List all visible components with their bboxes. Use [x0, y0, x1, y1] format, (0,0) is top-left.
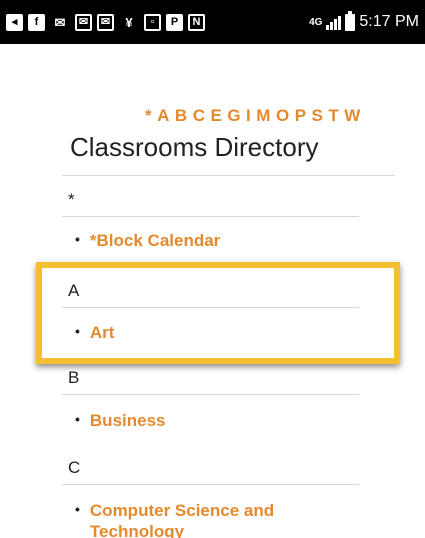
facebook-icon: f [28, 13, 45, 31]
highlight-box [36, 262, 400, 364]
alphabet-index: * A B C E G I M O P S T W [145, 106, 361, 126]
section-letter-c: C [68, 458, 81, 477]
notification-icon: ◂ [6, 13, 23, 31]
link-block-calendar[interactable]: *Block Calendar [90, 230, 220, 251]
page-content: * A B C E G I M O P S T W Classrooms Dir… [0, 44, 425, 538]
bullet-icon: • [75, 411, 80, 427]
status-bar: ◂ f ✉ ✉ ✉ ¥ ▫ P N 4G 5:17 PM [0, 0, 425, 44]
image-icon: ▫ [144, 13, 161, 31]
status-bar-notification-icons: ◂ f ✉ ✉ ✉ ¥ ▫ P N [6, 13, 205, 31]
section-letter-star: * [68, 190, 75, 209]
mail-icon: ✉ [75, 13, 92, 31]
alpha-link-o[interactable]: O [276, 106, 290, 126]
alpha-link-w[interactable]: W [344, 106, 361, 126]
list-item: • Business [75, 410, 166, 431]
link-computer-science[interactable]: Computer Science and Technology [90, 500, 365, 538]
link-business[interactable]: Business [90, 410, 166, 431]
bullet-icon: • [75, 231, 80, 247]
gmail-icon: ✉ [54, 14, 66, 30]
alpha-link-p[interactable]: P [295, 106, 307, 126]
nfc-icon: N [188, 13, 205, 31]
alpha-link-c[interactable]: C [193, 106, 206, 126]
wallet-icon: ¥ [125, 14, 133, 30]
battery-icon [345, 10, 356, 31]
alpha-link-star[interactable]: * [145, 106, 152, 126]
section-divider [62, 484, 359, 485]
alpha-link-b[interactable]: B [175, 106, 188, 126]
section-letter-b: B [68, 368, 80, 387]
alpha-link-i[interactable]: I [246, 106, 251, 126]
alpha-link-e[interactable]: E [210, 106, 222, 126]
list-item: • Computer Science and Technology [75, 500, 365, 538]
alpha-link-t[interactable]: T [328, 106, 339, 126]
signal-strength-icon [326, 14, 342, 30]
section-divider [62, 216, 359, 217]
mail-icon: ✉ [97, 13, 114, 31]
section-divider [62, 394, 359, 395]
bullet-icon: • [75, 501, 80, 517]
alpha-link-s[interactable]: S [312, 106, 324, 126]
title-divider [62, 175, 395, 176]
alpha-link-g[interactable]: G [227, 106, 241, 126]
status-bar-system: 4G 5:17 PM [309, 10, 419, 31]
parking-icon: P [166, 13, 183, 31]
alpha-link-m[interactable]: M [256, 106, 271, 126]
network-type-label: 4G [309, 16, 323, 28]
page-title: Classrooms Directory [70, 132, 319, 162]
list-item: • *Block Calendar [75, 230, 220, 251]
alpha-link-a[interactable]: A [157, 106, 170, 126]
clock: 5:17 PM [359, 13, 419, 30]
